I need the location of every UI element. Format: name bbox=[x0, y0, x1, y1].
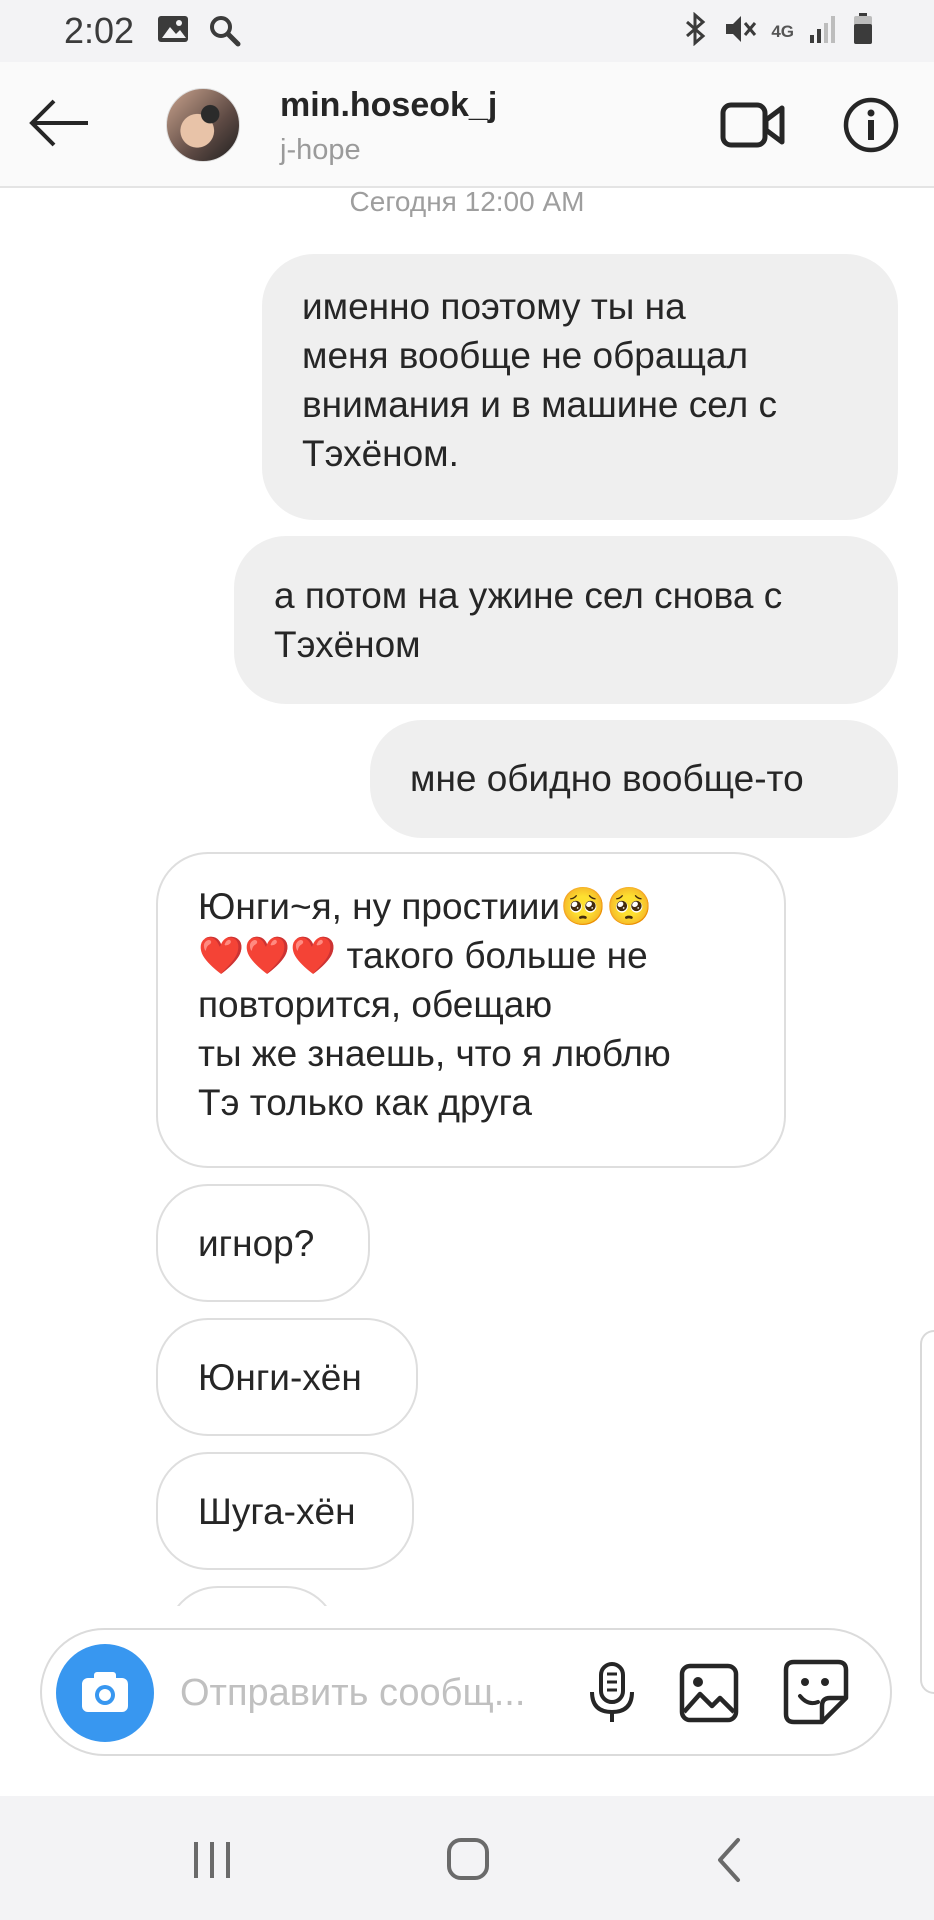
message-line: игнор? bbox=[198, 1223, 315, 1264]
message-line: Тэхёном bbox=[274, 624, 421, 665]
camera-icon[interactable] bbox=[56, 1644, 154, 1742]
recent-apps-icon[interactable] bbox=[184, 1832, 244, 1888]
chat-subname: j-hope bbox=[280, 134, 361, 166]
chat-header: min.hoseok_j j-hope bbox=[0, 62, 934, 188]
message-line: Тэ только как друга bbox=[198, 1082, 532, 1123]
message-bubble-outgoing[interactable]: именно поэтому ты на меня вообще не обра… bbox=[262, 254, 898, 520]
message-line: а потом на ужине сел снова с bbox=[274, 575, 783, 616]
status-right-icons: 4G bbox=[683, 11, 874, 51]
battery-icon bbox=[852, 12, 874, 51]
status-left-icons bbox=[156, 14, 242, 53]
status-bar: 2:02 4G bbox=[0, 0, 934, 62]
message-line: внимания и в машине сел с bbox=[302, 384, 777, 425]
message-bubble-incoming[interactable]: Юнги~я, ну простиии🥺🥺 ❤️❤️❤️ такого боль… bbox=[156, 852, 786, 1168]
system-nav-bar bbox=[0, 1796, 934, 1920]
message-bubble-outgoing[interactable]: мне обидно вообще-то bbox=[370, 720, 898, 838]
microphone-icon[interactable] bbox=[582, 1660, 642, 1726]
message-bubble-incoming-partial[interactable] bbox=[166, 1586, 338, 1606]
status-time: 2:02 bbox=[64, 10, 135, 51]
message-line: именно поэтому ты на bbox=[302, 286, 686, 327]
chat-username[interactable]: min.hoseok_j bbox=[280, 86, 497, 125]
message-line: повторится, обещаю bbox=[198, 984, 553, 1025]
sticker-icon[interactable] bbox=[782, 1658, 850, 1726]
message-bubble-incoming[interactable]: игнор? bbox=[156, 1184, 370, 1302]
back-icon[interactable] bbox=[700, 1832, 760, 1888]
video-call-icon[interactable] bbox=[720, 100, 786, 150]
message-input[interactable] bbox=[178, 1666, 582, 1720]
search-icon bbox=[208, 14, 242, 53]
message-bubble-outgoing[interactable]: а потом на ужине сел снова с Тэхёном bbox=[234, 536, 898, 704]
back-arrow-icon[interactable] bbox=[28, 98, 92, 148]
message-line: Тэхёном. bbox=[302, 433, 459, 474]
message-line: мне обидно вообще-то bbox=[410, 758, 804, 799]
bluetooth-icon bbox=[683, 11, 709, 51]
mute-icon bbox=[723, 12, 757, 51]
gallery-icon[interactable] bbox=[678, 1662, 740, 1724]
message-line: Юнги-хён bbox=[198, 1357, 362, 1398]
message-thread[interactable]: Сегодня 12:00 AM именно поэтому ты на ме… bbox=[0, 186, 934, 1606]
message-bubble-incoming[interactable]: Юнги-хён bbox=[156, 1318, 418, 1436]
network-label: 4G bbox=[771, 21, 794, 41]
chat-timestamp: Сегодня 12:00 AM bbox=[349, 186, 585, 217]
image-icon bbox=[156, 14, 190, 53]
message-line: ❤️❤️❤️ такого больше не bbox=[198, 935, 648, 976]
message-line: меня вообще не обращал bbox=[302, 335, 749, 376]
message-line: ты же знаешь, что я люблю bbox=[198, 1033, 671, 1074]
avatar[interactable] bbox=[166, 88, 240, 162]
scrollbar-handle[interactable] bbox=[920, 1330, 934, 1694]
info-icon[interactable] bbox=[842, 96, 900, 154]
message-composer bbox=[40, 1628, 892, 1756]
signal-icon bbox=[808, 13, 838, 50]
message-bubble-incoming[interactable]: Шуга-хён bbox=[156, 1452, 414, 1570]
home-icon[interactable] bbox=[438, 1832, 498, 1888]
message-line: Юнги~я, ну простиии🥺🥺 bbox=[198, 886, 653, 927]
message-line: Шуга-хён bbox=[198, 1491, 356, 1532]
